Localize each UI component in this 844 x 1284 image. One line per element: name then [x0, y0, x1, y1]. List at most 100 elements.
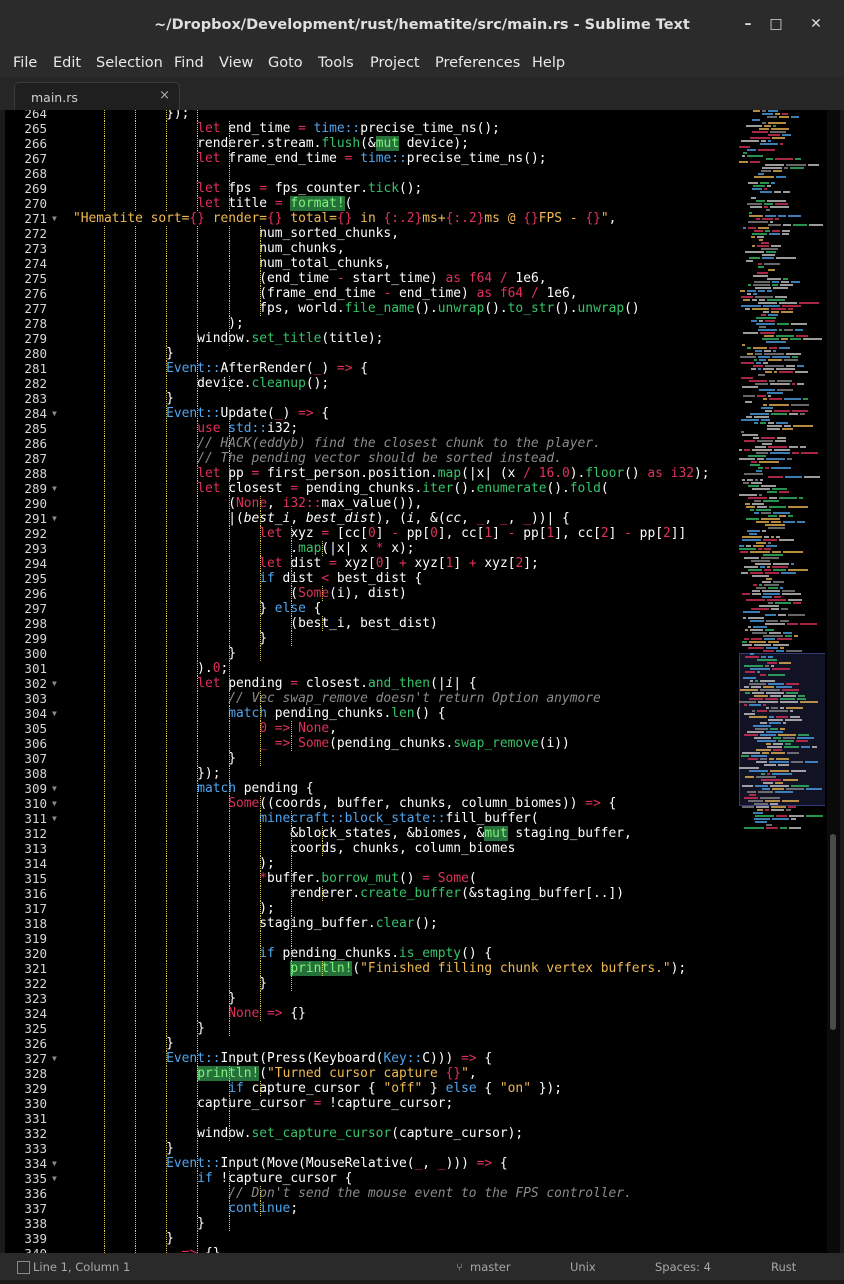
indent-guide	[166, 346, 168, 361]
menu-find[interactable]: Find	[174, 55, 204, 71]
line-number: 299	[24, 631, 47, 646]
fold-arrow-icon[interactable]: ▼	[52, 481, 57, 496]
minimap-line	[771, 467, 791, 469]
menu-edit[interactable]: Edit	[53, 55, 81, 71]
indent-guide	[197, 1201, 199, 1216]
minimap-line	[748, 647, 764, 649]
minimap-line	[742, 539, 761, 541]
line-number: 301	[24, 661, 47, 676]
menu-file[interactable]: File	[13, 55, 37, 71]
minimap-line	[768, 122, 786, 124]
indent-guide	[166, 496, 168, 511]
line-endings[interactable]: Unix	[570, 1260, 596, 1274]
indent-guide	[104, 631, 106, 646]
fold-arrow-icon[interactable]: ▼	[52, 811, 57, 826]
minimap-line	[801, 746, 810, 748]
menu-preferences[interactable]: Preferences	[435, 55, 520, 71]
minimize-button[interactable]: –	[738, 14, 758, 34]
minimap[interactable]	[733, 110, 825, 1253]
minimap-line	[766, 158, 773, 160]
minimap-line	[755, 353, 762, 355]
minimap-line	[744, 566, 758, 568]
minimap-line	[766, 731, 783, 733]
indent-guide	[104, 646, 106, 661]
vertical-scrollbar[interactable]	[827, 110, 840, 1253]
indent-guide	[197, 451, 199, 466]
code-token: (|x| x	[321, 541, 376, 556]
minimap-line	[782, 428, 793, 430]
line-number: 330	[24, 1096, 47, 1111]
close-window-button[interactable]: ✕	[806, 14, 826, 34]
menu-goto[interactable]: Goto	[268, 55, 303, 71]
code-token: ();	[399, 181, 423, 196]
code-token: end_time)	[391, 286, 477, 301]
indent-guide	[166, 721, 168, 736]
minimap-line	[790, 716, 800, 718]
panel-toggle-icon[interactable]	[17, 1261, 30, 1274]
minimap-line	[786, 164, 806, 166]
code-token: mut	[375, 136, 399, 151]
minimap-line	[766, 827, 778, 829]
minimap-line	[799, 497, 803, 499]
tab-main-rs[interactable]: main.rs ×	[14, 82, 180, 111]
fold-arrow-icon[interactable]: ▼	[52, 406, 57, 421]
minimap-line	[772, 668, 790, 670]
fold-arrow-icon[interactable]: ▼	[52, 1156, 57, 1171]
indent-guide	[104, 976, 106, 991]
minimap-line	[759, 584, 762, 586]
code-token: _	[437, 1156, 446, 1171]
fold-arrow-icon[interactable]: ▼	[52, 676, 57, 691]
menu-project[interactable]: Project	[370, 55, 420, 71]
indent-guide	[135, 646, 137, 661]
indent-guide	[104, 121, 106, 136]
minimap-line	[774, 596, 781, 598]
indent-guide	[290, 826, 292, 841]
git-branch[interactable]: master	[470, 1260, 511, 1274]
minimap-line	[778, 734, 796, 736]
code-token: capture_cursor {	[243, 1081, 384, 1096]
code-area[interactable]: }); let end_time = time::precise_time_ns…	[73, 110, 733, 1253]
indent-guide	[197, 346, 199, 361]
minimap-line	[769, 722, 781, 724]
menu-help[interactable]: Help	[532, 55, 565, 71]
close-tab-icon[interactable]: ×	[159, 88, 170, 103]
indent-guide	[104, 331, 106, 346]
fold-arrow-icon[interactable]: ▼	[52, 1051, 57, 1066]
line-number: 275	[24, 271, 47, 286]
code-token: ().	[414, 301, 438, 316]
indentation-setting[interactable]: Spaces: 4	[655, 1260, 711, 1274]
syntax-mode[interactable]: Rust	[771, 1260, 796, 1274]
indent-guide	[197, 241, 199, 256]
minimap-line	[753, 725, 771, 727]
editor-pane[interactable]: 264 265 266 267 268 269 270 271 ▼ 272 273 274 275 276…	[5, 110, 840, 1253]
fold-arrow-icon[interactable]: ▼	[52, 1171, 57, 1186]
fold-arrow-icon[interactable]: ▼	[52, 706, 57, 721]
minimap-line	[776, 686, 792, 688]
code-token: {}	[445, 1066, 462, 1081]
code-line: let pp = first_person.position.map(|x| (…	[73, 466, 733, 481]
minimap-line	[744, 827, 764, 829]
minimap-line	[795, 158, 801, 160]
code-line: if pending_chunks.is_empty() {	[73, 946, 733, 961]
minimap-line	[765, 410, 772, 412]
minimap-line	[749, 704, 761, 706]
line-number: 334 ▼	[24, 1156, 57, 1171]
indent-guide	[228, 316, 230, 331]
minimap-line	[770, 221, 773, 223]
maximize-button[interactable]: □	[766, 14, 786, 34]
fold-arrow-icon[interactable]: ▼	[52, 211, 57, 226]
minimap-line	[773, 512, 790, 514]
menu-selection[interactable]: Selection	[96, 55, 163, 71]
fold-arrow-icon[interactable]: ▼	[52, 796, 57, 811]
indent-guide	[135, 961, 137, 976]
minimap-line	[749, 212, 752, 214]
fold-arrow-icon[interactable]: ▼	[52, 781, 57, 796]
scrollbar-thumb[interactable]	[830, 834, 836, 1030]
line-number: 331	[24, 1111, 47, 1126]
menu-view[interactable]: View	[219, 55, 253, 71]
menu-tools[interactable]: Tools	[318, 55, 354, 71]
minimap-line	[752, 449, 772, 451]
fold-arrow-icon[interactable]: ▼	[52, 511, 57, 526]
code-token: =	[290, 481, 299, 496]
